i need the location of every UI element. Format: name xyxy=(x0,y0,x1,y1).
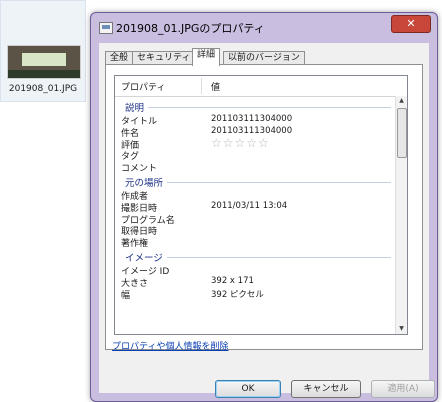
property-row[interactable]: タグ xyxy=(115,149,397,162)
property-name: 幅 xyxy=(121,290,131,301)
apply-button[interactable]: 適用(A) xyxy=(371,380,435,398)
tab-security[interactable]: セキュリティ xyxy=(132,51,196,65)
property-value: 201103111304000 xyxy=(211,114,293,124)
column-divider[interactable] xyxy=(201,78,202,94)
property-value: 2011/03/11 13:04 xyxy=(211,200,288,211)
property-row[interactable]: タイトル 201103111304000 xyxy=(115,114,397,127)
vertical-scrollbar[interactable]: ▲ ▼ xyxy=(395,96,407,334)
thumbnail-screen xyxy=(22,53,66,66)
scroll-up-arrow-icon[interactable]: ▲ xyxy=(397,96,406,106)
property-row[interactable]: 作成者 xyxy=(115,189,397,202)
tab-general[interactable]: 全般 xyxy=(105,51,134,65)
details-panel: プロパティ 値 説明 タイトル 201103111304000 件名 2011031… xyxy=(105,64,423,352)
property-value: 392 ピクセル xyxy=(211,289,264,300)
window-title: 201908_01.JPGのプロパティ xyxy=(116,22,265,35)
property-row[interactable]: 評価 ☆☆☆☆☆ xyxy=(115,136,397,151)
property-row[interactable]: イメージ ID xyxy=(115,264,397,277)
section-divider xyxy=(125,107,391,108)
image-file-icon xyxy=(99,22,113,34)
property-value: 201103111304000 xyxy=(211,125,293,136)
remove-properties-link[interactable]: プロパティや個人情報を削除 xyxy=(112,339,228,352)
list-header: プロパティ 値 xyxy=(115,76,407,97)
scrollbar-thumb[interactable] xyxy=(397,108,407,158)
column-header-value[interactable]: 値 xyxy=(211,80,220,93)
property-row[interactable]: 取得日時 xyxy=(115,224,397,237)
property-row[interactable]: コメント xyxy=(115,161,397,174)
file-thumbnail xyxy=(7,45,81,79)
section-header-image: イメージ xyxy=(115,248,397,264)
file-name-label: 201908_01.JPG xyxy=(8,84,78,94)
property-row[interactable]: 著作権 xyxy=(115,236,397,249)
section-title: イメージ xyxy=(125,249,167,264)
column-header-property[interactable]: プロパティ xyxy=(121,80,165,93)
section-title: 元の場所 xyxy=(125,174,168,189)
cancel-button[interactable]: キャンセル xyxy=(291,380,361,398)
thumbnail-bar xyxy=(8,70,80,78)
tab-previous-versions[interactable]: 以前のバージョン xyxy=(223,51,305,65)
properties-dialog: 201908_01.JPGのプロパティ ✕ 全般 セキュリティ 詳細 以前のバー… xyxy=(90,12,438,402)
ok-button[interactable]: OK xyxy=(215,380,281,398)
property-row[interactable]: 大きさ 392 x 171 xyxy=(115,275,397,289)
property-value: 392 x 171 xyxy=(211,275,254,286)
property-list: プロパティ 値 説明 タイトル 201103111304000 件名 2011031… xyxy=(114,75,408,335)
section-title: 説明 xyxy=(125,100,149,114)
dialog-client-area: 全般 セキュリティ 詳細 以前のバージョン プロパティ 値 説明 タイトル 201… xyxy=(99,43,435,398)
scroll-down-arrow-icon[interactable]: ▼ xyxy=(397,324,406,334)
rating-stars[interactable]: ☆☆☆☆☆ xyxy=(211,136,270,150)
property-row[interactable]: 撮影日時 2011/03/11 13:04 xyxy=(115,200,397,214)
close-button[interactable]: ✕ xyxy=(391,15,431,33)
title-bar[interactable]: 201908_01.JPGのプロパティ ✕ xyxy=(91,13,437,41)
property-row[interactable]: プログラム名 xyxy=(115,213,397,226)
tab-details[interactable]: 詳細 xyxy=(192,48,221,66)
property-row[interactable]: 幅 392 ピクセル xyxy=(115,288,397,301)
desktop-file[interactable]: 201908_01.JPG xyxy=(0,0,86,102)
section-header-origin: 元の場所 xyxy=(115,173,397,189)
property-rows: 説明 タイトル 201103111304000 件名 201103111304000… xyxy=(115,98,397,301)
section-header-description: 説明 xyxy=(115,98,397,114)
